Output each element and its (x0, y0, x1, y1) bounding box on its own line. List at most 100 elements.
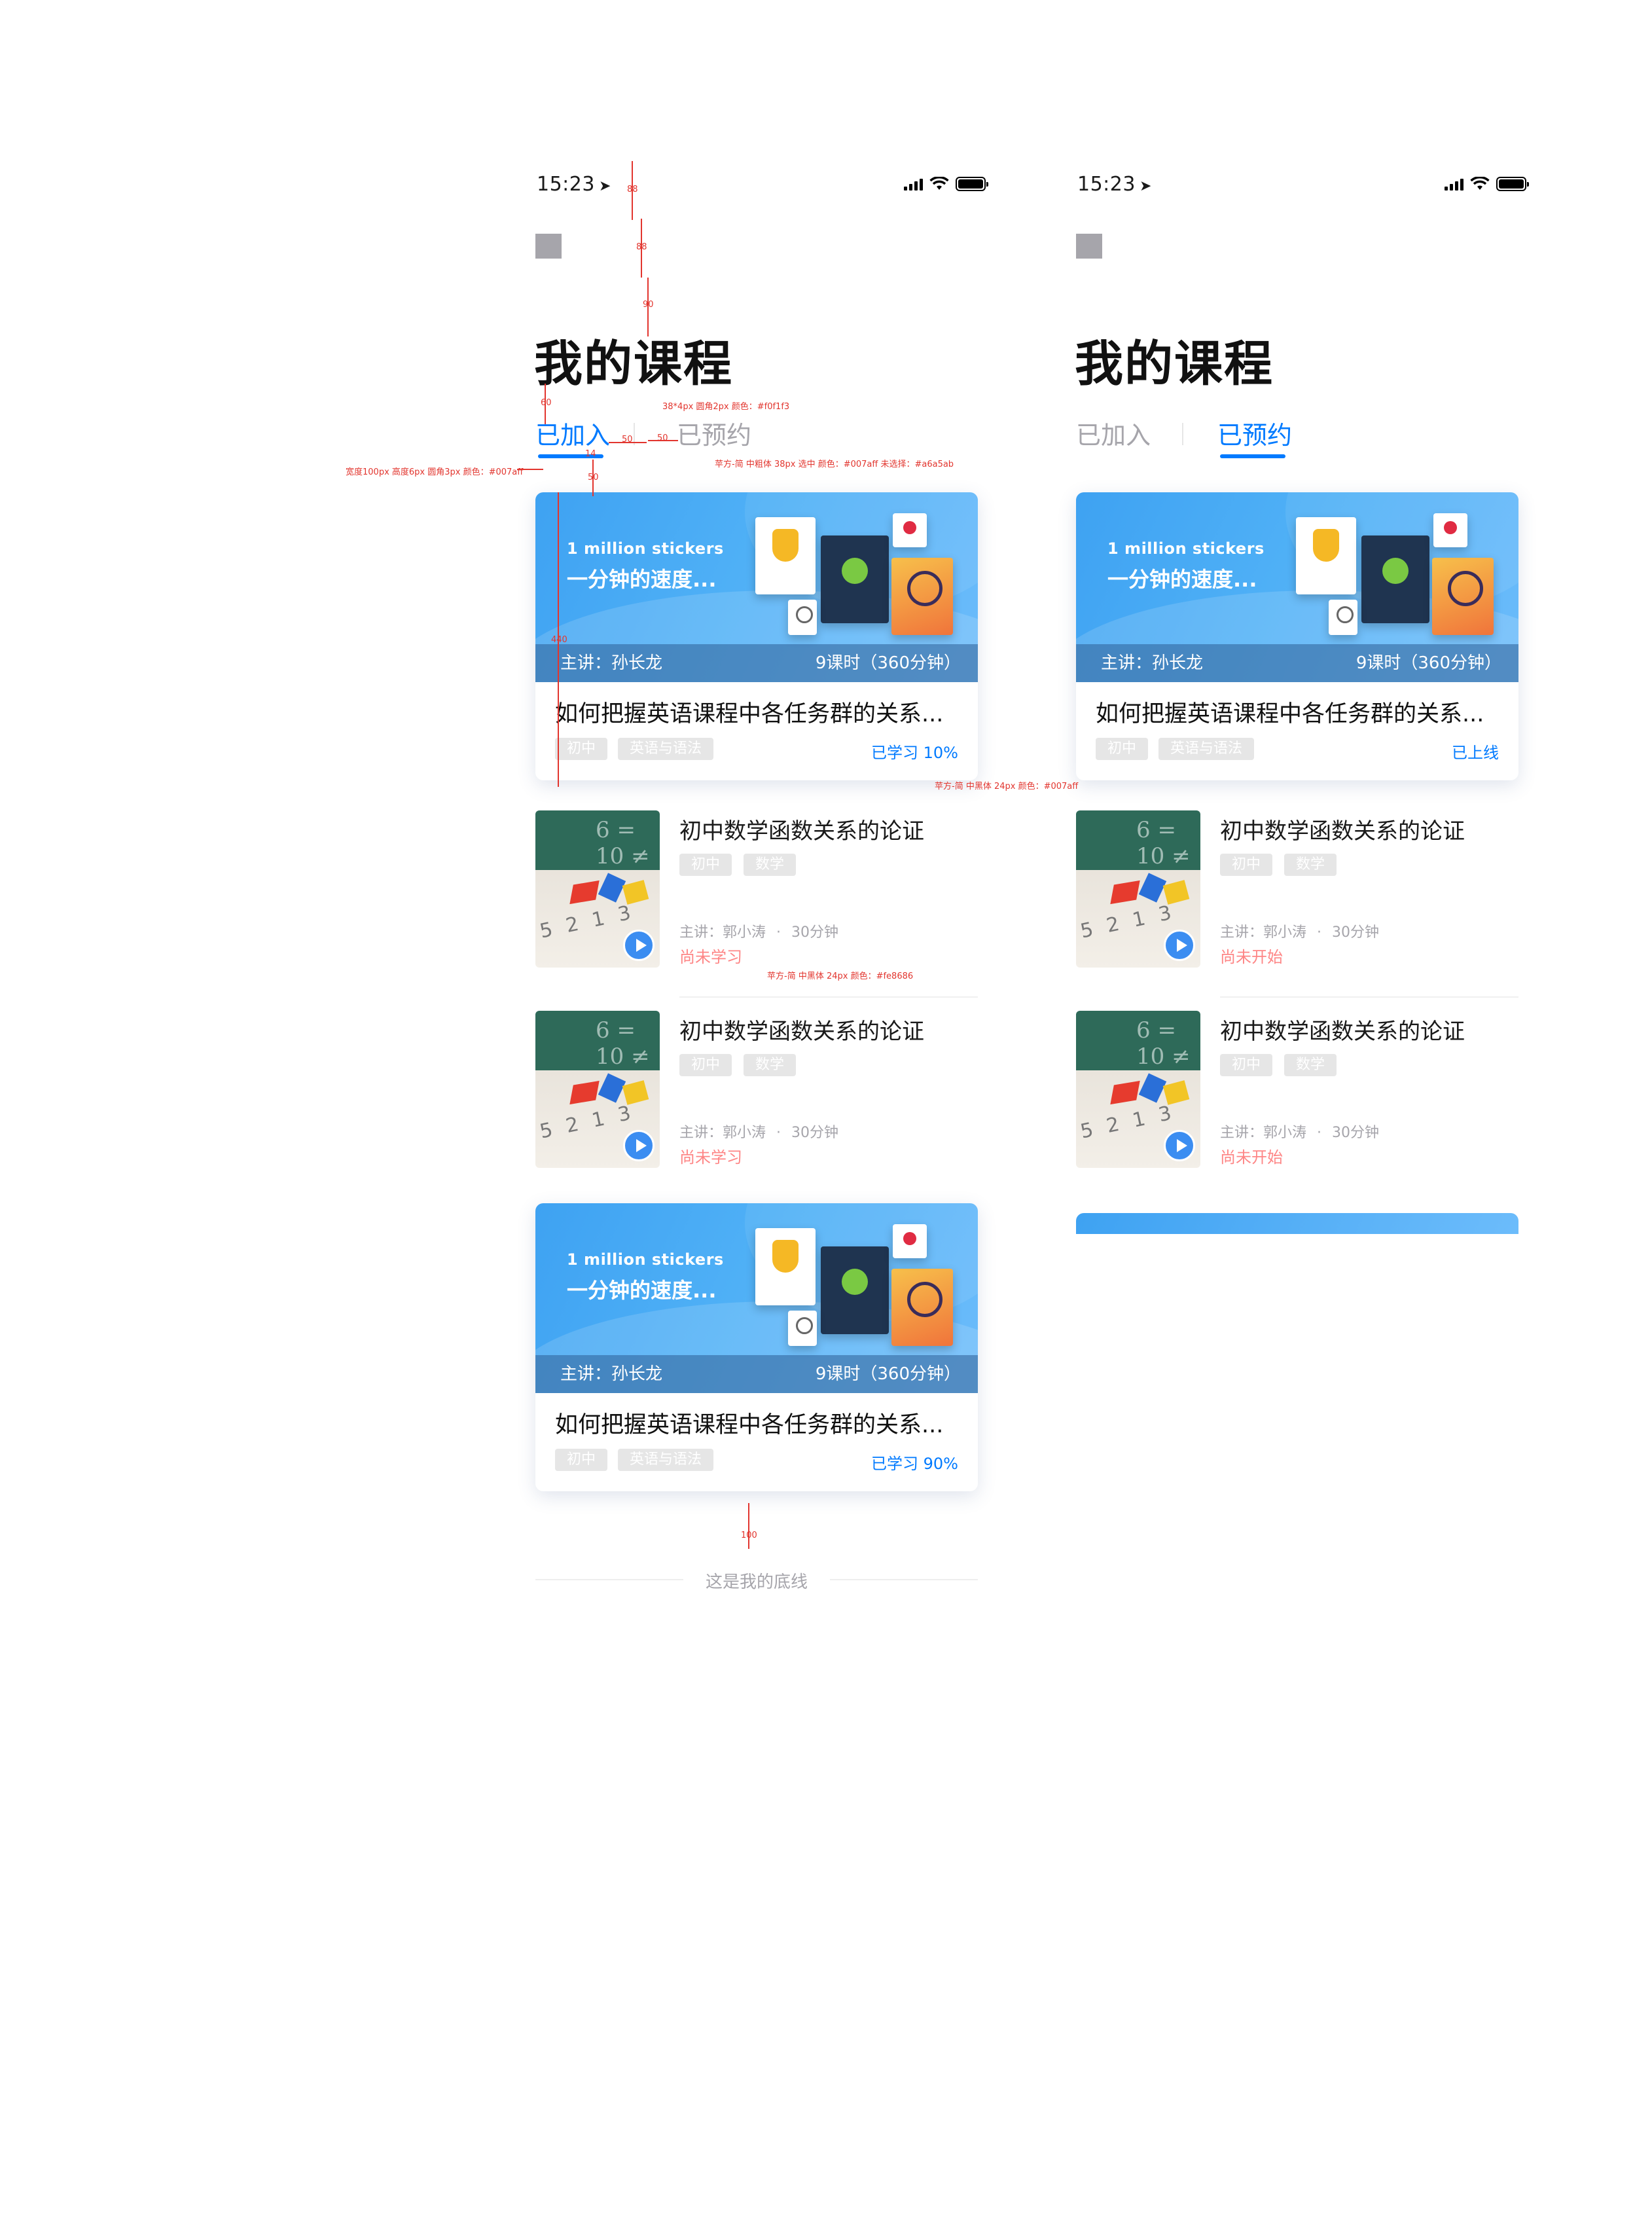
lesson-duration: 30分钟 (791, 924, 839, 941)
course-title: 如何把握英语课程中各任务群的关系... (1096, 701, 1484, 727)
annotation-label: 100 (741, 1531, 757, 1540)
course-progress: 已学习 90% (871, 1455, 958, 1473)
list-divider (1220, 996, 1518, 998)
lesson-meta: 主讲：郭小涛 · 30分钟 (679, 920, 838, 941)
course-tag: 英语与语法 (618, 738, 714, 760)
lesson-teacher: 主讲：郭小涛 (679, 1125, 766, 1141)
featured-course-card[interactable]: 1 million stickers 一分钟的速度... 主讲：孙长龙 9课时（… (535, 492, 978, 780)
tab-joined[interactable]: 已加入 (1076, 415, 1151, 451)
play-icon[interactable] (623, 930, 655, 961)
trophy-book-icon (1296, 517, 1356, 594)
course-tag: 初中 (555, 738, 608, 760)
lesson-meta: 主讲：郭小涛 · 30分钟 (1220, 1121, 1379, 1142)
trophy-book-icon (755, 1228, 816, 1305)
lesson-list-item[interactable]: 6 = 10 ≠ 5 2 1 3 初中数学函数关系的论证 初中 数学 主讲：郭小涛 ·… (1076, 810, 1518, 970)
lesson-teacher: 主讲：郭小涛 (679, 924, 766, 941)
course-banner: 1 million stickers 一分钟的速度... 主讲：孙长龙 9课时（… (535, 1203, 978, 1393)
course-banner: 1 million stickers 一分钟的速度... 主讲：孙长龙 9课时（… (535, 492, 978, 682)
lesson-thumbnail: 6 = 10 ≠ 5 2 1 3 (535, 810, 660, 968)
play-icon[interactable] (623, 1130, 655, 1161)
annotation-label: 苹方-简 中粗体 38px 选中 颜色：#007aff 未选择：#a6a5ab (715, 460, 954, 469)
lesson-title: 初中数学函数关系的论证 (1220, 818, 1465, 844)
tab-reserved[interactable]: 已预约 (677, 415, 751, 451)
record-card-icon (1433, 513, 1467, 547)
lesson-status: 尚未学习 (679, 1148, 742, 1167)
annotation-label: 38*4px 圆角2px 颜色：#f0f1f3 (662, 402, 790, 412)
status-time: 15:23 (1077, 173, 1136, 196)
course-teacher: 主讲：孙长龙 (560, 1364, 663, 1384)
featured-course-card-peek (1076, 1213, 1518, 1234)
course-progress: 已学习 10% (871, 744, 958, 762)
course-online-status: 已上线 (1452, 744, 1499, 762)
banner-info-strip: 主讲：孙长龙 9课时（360分钟） (535, 1355, 978, 1393)
medal-book-icon (821, 1246, 889, 1334)
course-hours: 9课时（360分钟） (1356, 653, 1501, 673)
banner-english: 1 million stickers (1107, 539, 1265, 558)
medal-book-icon (821, 535, 889, 623)
course-title: 如何把握英语课程中各任务群的关系... (555, 1412, 944, 1438)
annotation-label: 宽度100px 高度6px 圆角3px 颜色：#007aff (346, 467, 524, 477)
back-placeholder-icon[interactable] (1076, 234, 1102, 259)
banner-info-strip: 主讲：孙长龙 9课时（360分钟） (535, 644, 978, 682)
lesson-duration: 30分钟 (1332, 1125, 1380, 1141)
back-placeholder-icon[interactable] (535, 234, 562, 259)
battery-icon (1496, 177, 1529, 191)
annotation-label: 50 (657, 433, 668, 443)
lesson-tag: 初中 (679, 854, 732, 876)
featured-course-card[interactable]: 1 million stickers 一分钟的速度... 主讲：孙长龙 9课时（… (535, 1203, 978, 1491)
lesson-teacher: 主讲：郭小涛 (1220, 1125, 1307, 1141)
banner-english: 1 million stickers (567, 539, 724, 558)
banner-english: 1 million stickers (567, 1250, 724, 1269)
course-tag: 初中 (1096, 738, 1149, 760)
tab-reserved-label: 已预约 (1217, 421, 1293, 450)
lesson-tag: 初中 (679, 1054, 732, 1076)
lesson-list-item[interactable]: 6 = 10 ≠ 5 2 1 3 初中数学函数关系的论证 初中 数学 主讲：郭小涛 ·… (535, 1011, 978, 1171)
record-card-icon (893, 513, 927, 547)
banner-chinese: 一分钟的速度... (567, 1278, 717, 1303)
annotation-label: 14 (585, 449, 596, 459)
banner-chinese: 一分钟的速度... (1107, 567, 1257, 592)
tab-reserved[interactable]: 已预约 (1217, 415, 1293, 458)
headphones-book-icon (1432, 558, 1494, 635)
lesson-title: 初中数学函数关系的论证 (1220, 1019, 1465, 1045)
lesson-tag: 数学 (1284, 1054, 1337, 1076)
annotation-label: 50 (588, 473, 599, 482)
featured-course-card[interactable]: 1 million stickers 一分钟的速度... 主讲：孙长龙 9课时（… (1076, 492, 1518, 780)
lesson-duration: 30分钟 (1332, 924, 1380, 941)
tab-joined-label: 已加入 (1076, 421, 1151, 450)
lesson-thumbnail: 6 = 10 ≠ 5 2 1 3 (535, 1011, 660, 1168)
location-arrow-icon: ➤ (598, 178, 611, 194)
lesson-teacher: 主讲：郭小涛 (1220, 924, 1307, 941)
wifi-icon (929, 177, 949, 190)
lesson-duration: 30分钟 (791, 1125, 839, 1141)
course-teacher: 主讲：孙长龙 (560, 653, 663, 673)
location-arrow-icon: ➤ (1139, 178, 1152, 194)
play-icon[interactable] (1164, 930, 1195, 961)
annotation-line (748, 1503, 749, 1549)
lesson-tag: 数学 (744, 854, 797, 876)
banner-info-strip: 主讲：孙长龙 9课时（360分钟） (1076, 644, 1518, 682)
annotation-label: 60 (541, 398, 552, 408)
lesson-status: 尚未学习 (679, 948, 742, 966)
lesson-list-item[interactable]: 6 = 10 ≠ 5 2 1 3 初中数学函数关系的论证 初中 数学 主讲：郭小涛 ·… (1076, 1011, 1518, 1171)
tab-joined[interactable]: 已加入 (535, 415, 611, 458)
annotation-label: 50 (622, 435, 633, 445)
meta-dot: · (776, 1125, 781, 1141)
tab-joined-label: 已加入 (535, 421, 611, 450)
lesson-tag: 初中 (1220, 1054, 1273, 1076)
headphones-book-icon (891, 1269, 953, 1346)
tab-active-underline (1220, 454, 1285, 458)
annotation-label: 440 (551, 635, 567, 645)
atom-card-icon (788, 1311, 817, 1346)
play-icon[interactable] (1164, 1130, 1195, 1161)
lesson-list-item[interactable]: 6 = 10 ≠ 5 2 1 3 初中数学函数关系的论证 初中 数学 主讲：郭小涛 ·… (535, 810, 978, 970)
list-divider (679, 996, 978, 998)
cellular-signal-icon (904, 177, 923, 191)
lesson-tag: 数学 (1284, 854, 1337, 876)
lesson-title: 初中数学函数关系的论证 (679, 1019, 924, 1045)
course-banner: 1 million stickers 一分钟的速度... 主讲：孙长龙 9课时（… (1076, 492, 1518, 682)
course-tag: 英语与语法 (618, 1449, 714, 1471)
annotation-label: 88 (627, 185, 638, 194)
lesson-tag: 初中 (1220, 854, 1273, 876)
cellular-signal-icon (1445, 177, 1463, 191)
